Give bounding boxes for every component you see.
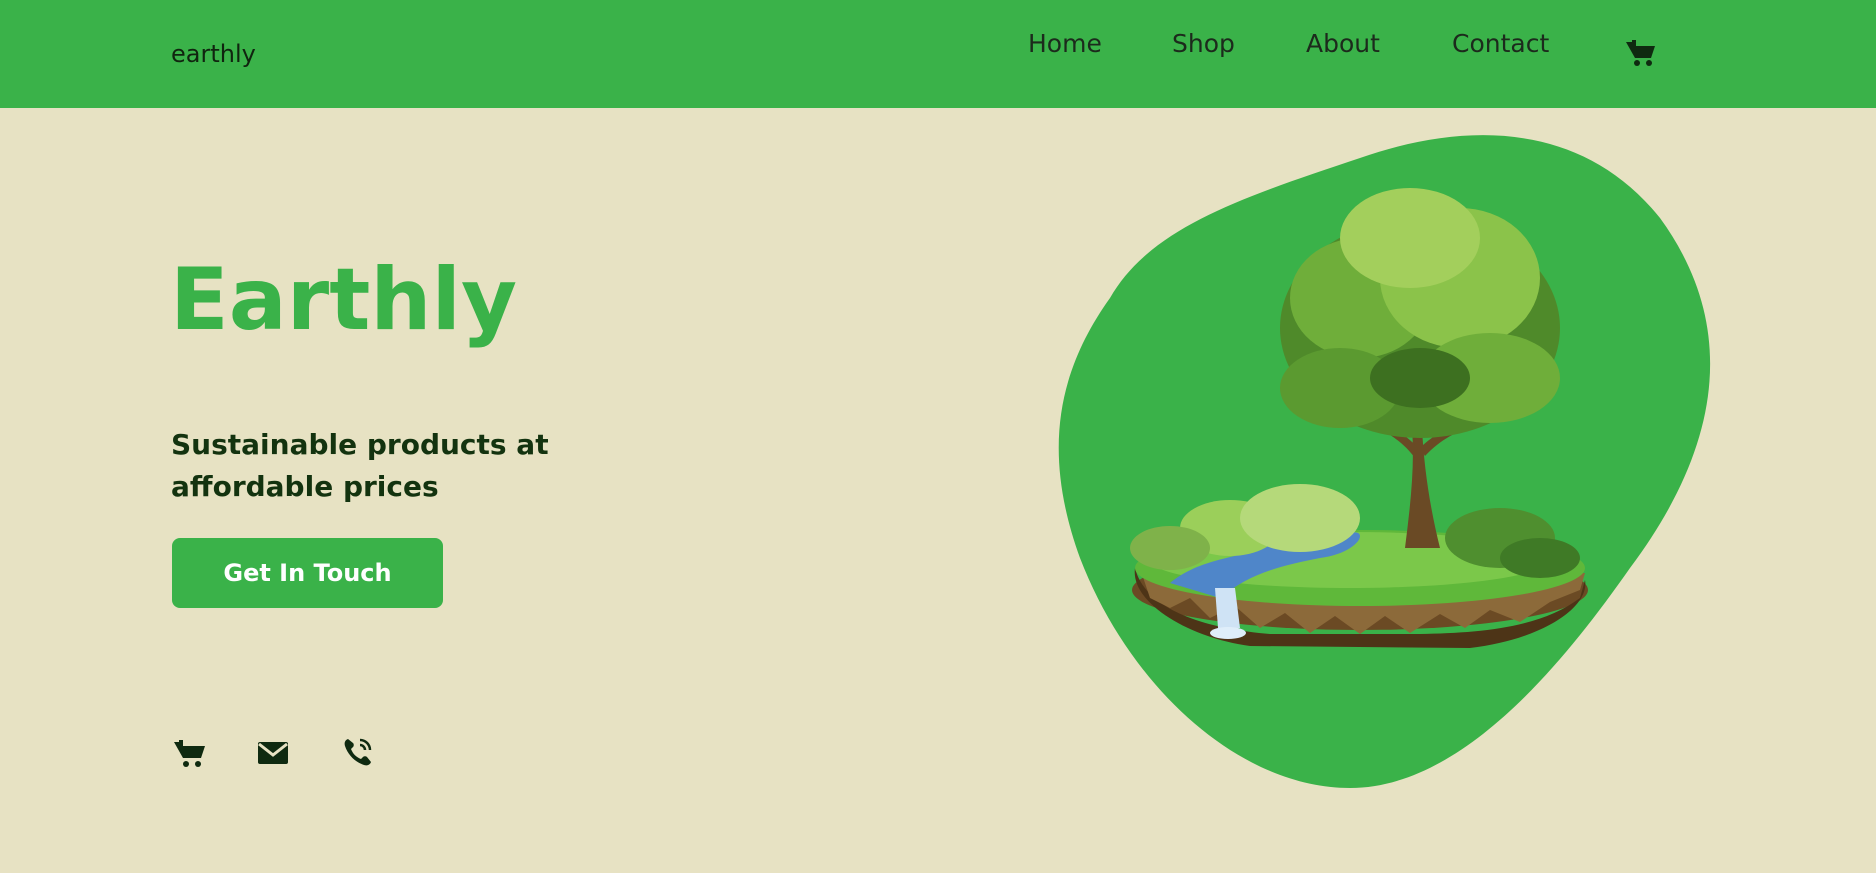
cart-icon[interactable] — [1624, 36, 1658, 68]
navbar: earthly Home Shop About Contact — [0, 0, 1876, 108]
hero-subtitle: Sustainable products at affordable price… — [171, 428, 549, 503]
tree-island-illustration — [1058, 135, 1711, 789]
get-in-touch-button[interactable]: Get In Touch — [172, 538, 443, 608]
mail-icon[interactable] — [255, 734, 291, 770]
brand-logo[interactable]: earthly — [171, 40, 256, 68]
cart-icon[interactable] — [172, 734, 208, 770]
nav-link-contact[interactable]: Contact — [1452, 29, 1549, 58]
hero-title: Earthly — [170, 250, 518, 350]
phone-icon[interactable] — [340, 734, 376, 770]
nav-link-home[interactable]: Home — [1028, 29, 1102, 58]
nav-link-shop[interactable]: Shop — [1172, 29, 1235, 58]
nav-link-about[interactable]: About — [1306, 29, 1380, 58]
